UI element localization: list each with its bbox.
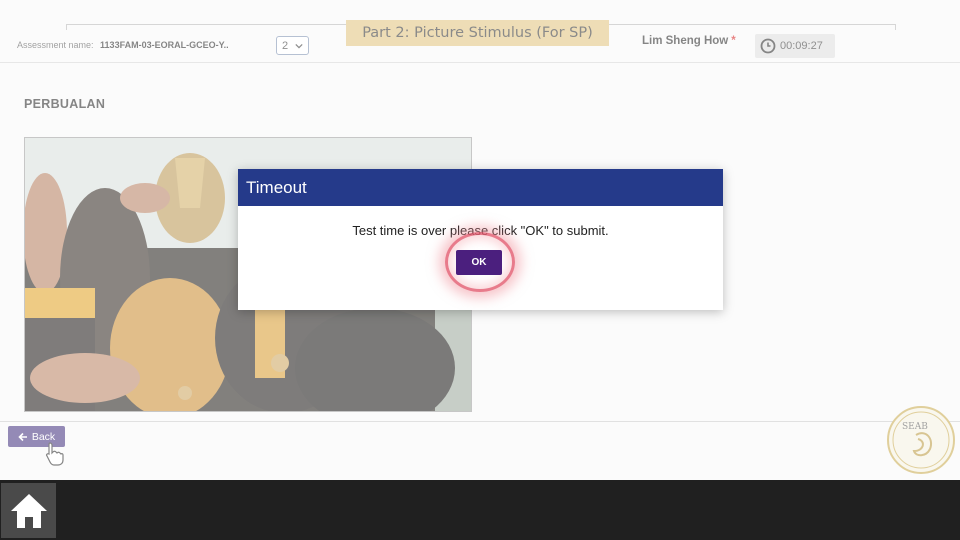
home-button[interactable] — [1, 483, 56, 538]
home-icon — [10, 493, 47, 528]
taskbar — [0, 480, 960, 540]
dialog-header: Timeout — [238, 169, 723, 206]
dialog-title: Timeout — [246, 177, 307, 197]
timeout-dialog: Timeout Test time is over please click "… — [238, 169, 723, 310]
ok-button[interactable]: OK — [456, 250, 502, 275]
